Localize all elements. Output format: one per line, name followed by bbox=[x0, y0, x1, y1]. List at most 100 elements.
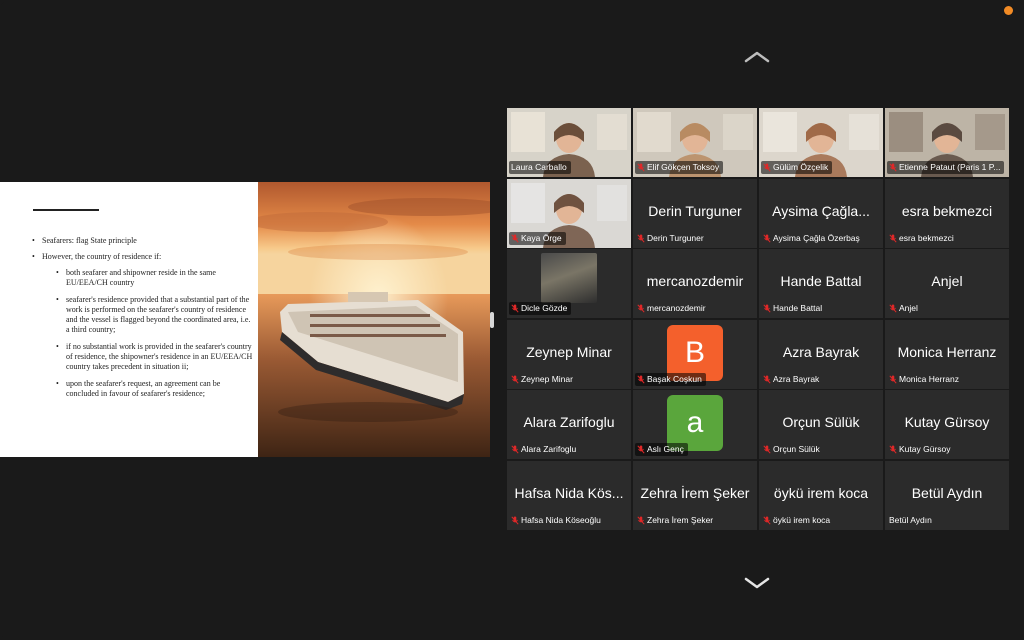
participant-tile[interactable]: Derin Turguner Derin Turguner bbox=[633, 178, 757, 248]
participant-name: Hafsa Nida Köseoğlu bbox=[521, 514, 601, 525]
bullet-text: Seafarers: flag State principle bbox=[42, 236, 137, 245]
participant-name: Derin Turguner bbox=[647, 232, 704, 243]
participant-display-name: Zeynep Minar bbox=[526, 343, 612, 360]
participant-name: esra bekmezci bbox=[899, 232, 954, 243]
participant-tile[interactable]: Anjel Anjel bbox=[885, 249, 1009, 318]
mic-muted-icon bbox=[637, 515, 645, 525]
participant-tile[interactable]: Zehra İrem Şeker Zehra İrem Şeker bbox=[633, 460, 757, 530]
participant-name: Aslı Genç bbox=[647, 444, 684, 454]
participant-tile[interactable]: Betül Aydın Betül Aydın bbox=[885, 460, 1009, 530]
participant-display-name: Alara Zarifoglu bbox=[523, 414, 615, 430]
participant-nameplate: Zeynep Minar bbox=[509, 373, 577, 386]
participant-display-name: Orçun Sülük bbox=[782, 414, 860, 430]
participant-display-name: Monica Herranz bbox=[897, 343, 997, 360]
participant-tile[interactable]: Gülüm Özçelik bbox=[759, 108, 883, 177]
participant-nameplate: Derin Turguner bbox=[635, 232, 708, 245]
participant-nameplate: Kutay Gürsoy bbox=[887, 443, 955, 456]
participant-nameplate: Anjel bbox=[887, 302, 922, 315]
participant-tile[interactable]: Orçun Sülük Orçun Sülük bbox=[759, 390, 883, 459]
participant-tile[interactable]: Etienne Pataut (Paris 1 P... bbox=[885, 108, 1009, 177]
participant-tile[interactable]: Zeynep Minar Zeynep Minar bbox=[507, 319, 631, 389]
participant-nameplate: Zehra İrem Şeker bbox=[635, 514, 717, 527]
participant-tile[interactable]: Azra Bayrak Azra Bayrak bbox=[759, 319, 883, 389]
participant-nameplate: Alara Zarifoglu bbox=[509, 443, 580, 456]
participant-nameplate: Aysima Çağla Özerbaş bbox=[761, 232, 864, 245]
participant-tile[interactable]: Hande Battal Hande Battal bbox=[759, 249, 883, 318]
slide-sub-bullet: seafarer's residence provided that a sub… bbox=[56, 295, 254, 335]
participant-tile[interactable]: B Başak Coşkun bbox=[633, 319, 757, 389]
mic-muted-icon bbox=[763, 515, 771, 525]
participant-nameplate: Betül Aydın bbox=[887, 514, 936, 527]
mic-muted-icon bbox=[763, 304, 771, 313]
mic-muted-icon bbox=[637, 445, 645, 454]
participant-tile[interactable]: öykü irem koca öykü irem koca bbox=[759, 460, 883, 530]
chevron-down-icon[interactable] bbox=[744, 576, 770, 590]
participant-nameplate: Laura Carballo bbox=[509, 161, 571, 174]
participant-name: mercanozdemir bbox=[647, 303, 706, 313]
participant-nameplate: Dicle Gözde bbox=[509, 302, 572, 315]
cruise-ship-image bbox=[258, 182, 490, 457]
sub-bullet-text: seafarer's residence provided that a sub… bbox=[66, 295, 251, 334]
participant-name: Kaya Örge bbox=[521, 232, 562, 243]
participant-tile[interactable]: Laura Carballo bbox=[507, 108, 631, 177]
participant-tile[interactable]: Kutay Gürsoy Kutay Gürsoy bbox=[885, 390, 1009, 459]
sub-bullet-text: if no substantial work is provided in th… bbox=[66, 342, 253, 371]
slide-title-rule bbox=[33, 209, 99, 211]
participant-name: Zehra İrem Şeker bbox=[647, 514, 714, 525]
view-splitter-handle[interactable] bbox=[490, 312, 494, 328]
participant-gallery: Laura Carballo Elif Gökçen Toksoy Gülüm Öz… bbox=[507, 108, 1009, 532]
participant-name: Dicle Gözde bbox=[521, 303, 568, 313]
mic-muted-icon bbox=[889, 374, 897, 384]
mic-muted-icon bbox=[889, 445, 897, 454]
participant-nameplate: öykü irem koca bbox=[761, 514, 834, 527]
participant-name: Etienne Pataut (Paris 1 P... bbox=[899, 162, 1001, 172]
mic-muted-icon bbox=[889, 304, 897, 313]
slide-sub-bullet: upon the seafarer's request, an agreemen… bbox=[56, 379, 254, 399]
participant-name: Alara Zarifoglu bbox=[521, 444, 577, 454]
participant-display-name: Hafsa Nida Kös... bbox=[514, 484, 624, 501]
participant-nameplate: Elif Gökçen Toksoy bbox=[635, 161, 724, 174]
participant-tile[interactable]: a Aslı Genç bbox=[633, 390, 757, 459]
mic-muted-icon bbox=[763, 163, 771, 172]
participant-nameplate: mercanozdemir bbox=[635, 302, 710, 315]
mic-muted-icon bbox=[763, 233, 771, 243]
mic-muted-icon bbox=[637, 163, 645, 172]
participant-tile[interactable]: mercanozdemir mercanozdemir bbox=[633, 249, 757, 318]
mic-muted-icon bbox=[637, 374, 645, 384]
participant-tile[interactable]: Kaya Örge bbox=[507, 178, 631, 248]
bullet-text: However, the country of residence if: bbox=[42, 252, 162, 261]
cruise-ship-at-sunset-icon bbox=[258, 182, 490, 457]
participant-tile[interactable]: Hafsa Nida Kös... Hafsa Nida Köseoğlu bbox=[507, 460, 631, 530]
sub-bullet-text: both seafarer and shipowner reside in th… bbox=[66, 268, 216, 287]
participant-name: Anjel bbox=[899, 303, 918, 313]
participant-nameplate: Başak Coşkun bbox=[635, 372, 706, 386]
slide-bullet: Seafarers: flag State principle bbox=[32, 236, 254, 246]
participant-display-name: Kutay Gürsoy bbox=[904, 414, 990, 430]
slide-sub-bullet: both seafarer and shipowner reside in th… bbox=[56, 268, 254, 288]
participant-name: öykü irem koca bbox=[773, 514, 831, 525]
mic-muted-icon bbox=[511, 515, 519, 525]
participant-tile[interactable]: Aysima Çağla... Aysima Çağla Özerbaş bbox=[759, 178, 883, 248]
mic-muted-icon bbox=[763, 445, 771, 454]
participant-name: Gülüm Özçelik bbox=[773, 162, 829, 172]
participant-tile[interactable]: Monica Herranz Monica Herranz bbox=[885, 319, 1009, 389]
participant-tile[interactable]: esra bekmezci esra bekmezci bbox=[885, 178, 1009, 248]
participant-nameplate: Aslı Genç bbox=[635, 443, 688, 456]
chevron-up-icon[interactable] bbox=[744, 50, 770, 64]
mic-muted-icon bbox=[637, 304, 645, 313]
participant-tile[interactable]: Elif Gökçen Toksoy bbox=[633, 108, 757, 177]
slide-text-panel: Seafarers: flag State principle However,… bbox=[0, 182, 258, 457]
sub-bullet-text: upon the seafarer's request, an agreemen… bbox=[66, 379, 221, 398]
participant-nameplate: Hande Battal bbox=[761, 302, 826, 315]
participant-name: Hande Battal bbox=[773, 303, 823, 313]
participant-tile[interactable]: Dicle Gözde bbox=[507, 249, 631, 318]
mic-muted-icon bbox=[511, 304, 519, 313]
participant-name: Betül Aydın bbox=[889, 514, 932, 525]
participant-name: Laura Carballo bbox=[511, 162, 567, 172]
participant-display-name: mercanozdemir bbox=[646, 273, 744, 289]
participant-name: Azra Bayrak bbox=[773, 373, 820, 384]
participant-tile[interactable]: Alara Zarifoglu Alara Zarifoglu bbox=[507, 390, 631, 459]
participant-name: Aysima Çağla Özerbaş bbox=[773, 232, 860, 243]
participant-nameplate: Azra Bayrak bbox=[761, 373, 823, 386]
mic-muted-icon bbox=[763, 374, 771, 384]
